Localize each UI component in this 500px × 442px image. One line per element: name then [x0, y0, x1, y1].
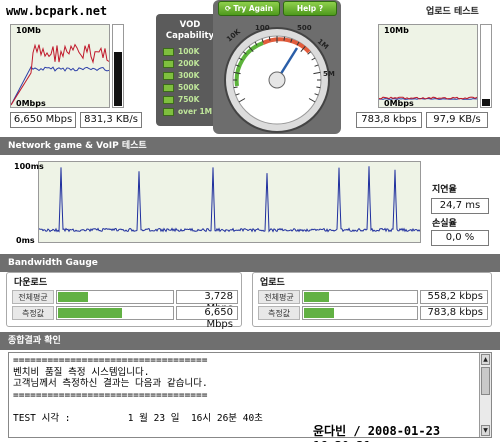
upload-level-bar [480, 24, 492, 108]
upload-speed-kbs: 97,9 KB/s [426, 112, 488, 128]
result-section-title: 종합결과 확인 [8, 336, 61, 346]
latency-label: 지연율 [432, 185, 457, 195]
latency-graph [38, 161, 421, 243]
bandwidth-section-title: Bandwidth Gauge [8, 258, 98, 268]
latency-graph-max-label: 100ms [14, 162, 44, 171]
download-meas-label: 측정값 [12, 306, 54, 320]
vod-capability-title: VOD Capability [165, 20, 215, 41]
download-level-fill [114, 51, 122, 106]
gauge-tick [316, 86, 321, 89]
upload-avg-track [302, 290, 418, 304]
upload-avg-fill [304, 292, 330, 302]
watermark-text: www.bcpark.net [6, 4, 108, 18]
upload-avg-value: 558,2 kbps [420, 290, 488, 304]
upload-speed-kbps: 783,8 kbps [356, 112, 422, 128]
vod-led-icon [163, 84, 174, 92]
upload-graph-max-label: 10Mb [384, 26, 409, 35]
speed-gauge-panel: ⟳ Try Again Help ? 10K 100 500 1M 5M [213, 0, 341, 134]
vod-led-icon [163, 48, 174, 56]
bandwidth-section-header: Bandwidth Gauge [0, 254, 500, 272]
gauge-label-10k: 10K [225, 27, 242, 43]
latency-value: 24,7 ms [431, 198, 489, 214]
gauge-tick [283, 36, 286, 41]
download-meas-track [56, 306, 174, 320]
vod-led-icon [163, 72, 174, 80]
upload-meas-fill [304, 308, 334, 318]
bandwidth-download-title: 다운로드 [14, 278, 48, 288]
latency-line [38, 166, 421, 233]
network-section-title: Network game & VoIP 테스트 [8, 141, 147, 151]
latency-graph-min-label: 0ms [16, 236, 35, 245]
upload-title: 업로드 테스트 [426, 7, 479, 17]
network-section-header: Network game & VoIP 테스트 [0, 137, 500, 155]
upload-meas-value: 783,8 kbps [420, 306, 488, 320]
gauge-label-500: 500 [297, 24, 312, 32]
upload-level-fill [482, 99, 490, 106]
speedometer-dial: 10K 100 500 1M 5M [224, 24, 335, 133]
gauge-label-5m: 5M [323, 70, 335, 78]
upload-graph [378, 24, 478, 108]
download-graph-plot [10, 43, 110, 106]
result-section-header: 종합결과 확인 [0, 332, 500, 350]
result-text: ================================== 벤치비 품… [13, 355, 263, 424]
download-avg-value: 3,728 Mbps [176, 290, 238, 314]
scroll-up-arrow-icon[interactable]: ▲ [481, 354, 490, 365]
signature-stamp: 윤다빈 / 2008-01-23 16:30:21 [313, 424, 441, 442]
download-speed-line [10, 43, 110, 106]
gauge-tick [268, 36, 271, 41]
download-avg-fill [58, 292, 89, 302]
upload-graph-min-label: 0Mbps [384, 99, 414, 108]
upload-meas-track [302, 306, 418, 320]
download-speed-kbs: 831,3 KB/s [80, 112, 142, 128]
bandwidth-upload-title: 업로드 [260, 278, 285, 288]
download-level-bar [112, 24, 124, 108]
vod-led-icon [163, 108, 174, 116]
upload-avg-label: 전체평균 [258, 290, 300, 304]
loss-value: 0,0 % [431, 230, 489, 246]
gauge-label-100: 100 [255, 24, 270, 32]
upload-meas-label: 측정값 [258, 306, 300, 320]
download-graph [10, 24, 110, 108]
gauge-hub [268, 71, 286, 89]
download-graph-min-label: 0Mbps [16, 99, 46, 108]
download-speed-mbps: 6,650 Mbps [10, 112, 76, 128]
download-meas-value: 6,650 Mbps [176, 306, 238, 330]
latency-graph-plot [38, 166, 421, 233]
loss-label: 손실율 [432, 219, 457, 229]
vod-led-icon [163, 60, 174, 68]
download-graph-max-label: 10Mb [16, 26, 41, 35]
download-avg-track [56, 290, 174, 304]
scroll-thumb[interactable] [481, 367, 490, 395]
vod-led-icon [163, 96, 174, 104]
upload-graph-plot [378, 96, 478, 101]
download-meas-fill [58, 308, 122, 318]
download-avg-label: 전체평균 [12, 290, 54, 304]
gauge-tick [233, 86, 238, 89]
